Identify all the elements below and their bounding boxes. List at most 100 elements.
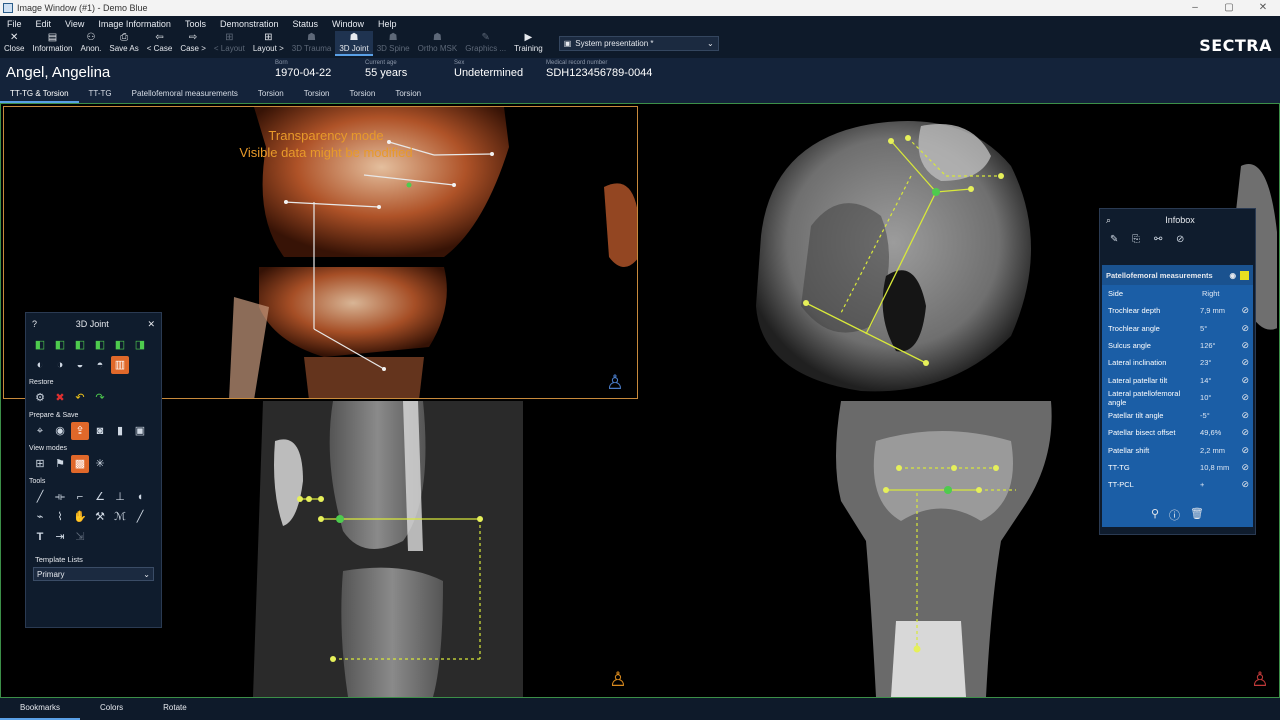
training-button[interactable]: ▶ Training xyxy=(510,31,547,56)
next-case-button[interactable]: ⇨ Case > xyxy=(176,31,210,56)
hide-measurement-icon[interactable]: ⊘ xyxy=(1237,445,1249,456)
minimize-button[interactable]: – xyxy=(1178,0,1212,16)
measurement-row[interactable]: Trochlear depth 7,9 mm ⊘ xyxy=(1102,302,1253,319)
hide-measurement-icon[interactable]: ⊘ xyxy=(1237,479,1249,490)
pen-tool-icon[interactable]: ╱ xyxy=(131,508,149,526)
measurement-row[interactable]: TT-PCL + ⊘ xyxy=(1102,476,1253,493)
prev-layout-button[interactable]: ⊞ < Layout xyxy=(210,31,249,56)
anonymize-button[interactable]: ⚇ Anon. xyxy=(76,31,105,56)
transparency-icon[interactable]: ▥ xyxy=(111,356,129,374)
ortho-tool-icon[interactable]: ⊥ xyxy=(111,488,129,506)
edit-icon[interactable]: ✎ xyxy=(1110,234,1132,245)
menu-edit[interactable]: Edit xyxy=(29,19,59,29)
prev-case-button[interactable]: ⇦ < Case xyxy=(143,31,177,56)
roi-tool-icon[interactable]: ◖ xyxy=(131,488,149,506)
bookmarks-tab[interactable]: Bookmarks xyxy=(0,698,81,720)
view-side-icon[interactable]: ◑ xyxy=(51,356,69,374)
bone-all-icon[interactable]: ◨ xyxy=(131,336,149,354)
save-button[interactable]: ⎙ Save As xyxy=(105,31,142,56)
measurement-row[interactable]: Lateral inclination 23° ⊘ xyxy=(1102,354,1253,371)
rotate-tab[interactable]: Rotate xyxy=(143,698,207,720)
measurement-row[interactable]: Patellar shift 2,2 mm ⊘ xyxy=(1102,441,1253,458)
tab-torsion-3[interactable]: Torsion xyxy=(340,86,386,103)
measurement-row[interactable]: Sulcus angle 126° ⊘ xyxy=(1102,337,1253,354)
view-bottom-icon[interactable]: ◓ xyxy=(91,356,109,374)
spine-3d-button[interactable]: ☗ 3D Spine xyxy=(373,31,414,56)
joint-3d-button[interactable]: ☗ 3D Joint xyxy=(335,31,373,56)
undo-icon[interactable]: ↶ xyxy=(71,389,89,407)
link-icon[interactable]: ⚯ xyxy=(1154,234,1176,245)
cobb-angle-icon[interactable]: ∠ xyxy=(91,488,109,506)
point-tool-icon[interactable]: ⌁ xyxy=(31,508,49,526)
hand-tool-icon[interactable]: ✋ xyxy=(71,508,89,526)
hide-measurement-icon[interactable]: ⊘ xyxy=(1237,323,1249,334)
remove-icon[interactable]: ✖ xyxy=(51,389,69,407)
tab-patellofemoral[interactable]: Patellofemoral measurements xyxy=(122,86,248,103)
hammer-tool-icon[interactable]: ⚒ xyxy=(91,508,109,526)
trash-icon[interactable]: ▮ xyxy=(111,422,129,440)
bone-femur-icon[interactable]: ◧ xyxy=(31,336,49,354)
line-tool-icon[interactable]: ╱ xyxy=(31,488,49,506)
menu-file[interactable]: File xyxy=(0,19,29,29)
tab-tt-tg[interactable]: TT-TG xyxy=(79,86,122,103)
snapshot-icon[interactable]: ▣ xyxy=(131,422,149,440)
menu-status[interactable]: Status xyxy=(285,19,325,29)
close-button[interactable]: ✕ Close xyxy=(0,31,28,56)
crop-icon[interactable]: ⌖ xyxy=(31,422,49,440)
measurement-group-header[interactable]: Patellofemoral measurements ◉ xyxy=(1102,265,1253,285)
presentation-select[interactable]: ▣ System presentation * ⌄ xyxy=(558,36,719,51)
orientation-figure-sagittal-icon[interactable]: ♙ xyxy=(609,667,627,692)
spine-tool-icon[interactable]: ⌇ xyxy=(51,508,69,526)
hide-measurement-icon[interactable]: ⊘ xyxy=(1237,375,1249,386)
measurement-row[interactable]: Patellar bisect offset 49,6% ⊘ xyxy=(1102,424,1253,441)
bone-fibula-icon[interactable]: ◧ xyxy=(91,336,109,354)
tab-torsion-4[interactable]: Torsion xyxy=(385,86,431,103)
info-icon[interactable]: ⓘ xyxy=(1169,507,1180,523)
distance-tool-icon[interactable]: ⟛ xyxy=(51,488,69,506)
person-icon[interactable]: ⚲ xyxy=(1151,507,1159,523)
flag-icon[interactable]: ⚑ xyxy=(51,455,69,473)
colors-tab[interactable]: Colors xyxy=(80,698,143,720)
menu-demonstration[interactable]: Demonstration xyxy=(213,19,286,29)
hide-measurement-icon[interactable]: ⊘ xyxy=(1237,462,1249,473)
hide-measurement-icon[interactable]: ⊘ xyxy=(1237,392,1249,403)
export-tool-icon[interactable]: ⇲ xyxy=(71,528,89,546)
angle-tool-icon[interactable]: ⌐ xyxy=(71,488,89,506)
next-layout-button[interactable]: ⊞ Layout > xyxy=(249,31,288,56)
bone-tibia-icon[interactable]: ◧ xyxy=(51,336,69,354)
menu-tools[interactable]: Tools xyxy=(178,19,213,29)
menu-window[interactable]: Window xyxy=(325,19,371,29)
orientation-figure-icon[interactable]: ♙ xyxy=(606,370,624,395)
ortho-msk-button[interactable]: ☗ Ortho MSK xyxy=(414,31,462,56)
measurement-row[interactable]: Lateral patellar tilt 14° ⊘ xyxy=(1102,371,1253,388)
hide-measurement-icon[interactable]: ⊘ xyxy=(1237,427,1249,438)
hide-measurement-icon[interactable]: ⊘ xyxy=(1237,410,1249,421)
view-front-icon[interactable]: ◐ xyxy=(31,356,49,374)
color-swatch[interactable] xyxy=(1240,270,1249,280)
close-window-button[interactable]: ✕ xyxy=(1246,0,1280,16)
export-icon[interactable]: ⇪ xyxy=(71,422,89,440)
graphics-button[interactable]: ✎ Graphics ... xyxy=(461,31,510,56)
camera-icon[interactable]: ◙ xyxy=(91,422,109,440)
unlink-icon[interactable]: ⊘ xyxy=(1176,234,1198,245)
text-tool-icon[interactable]: T xyxy=(31,528,49,546)
volume-icon[interactable]: ◉ xyxy=(51,422,69,440)
tab-torsion-1[interactable]: Torsion xyxy=(248,86,294,103)
measurement-row[interactable]: Patellar tilt angle -5° ⊘ xyxy=(1102,407,1253,424)
template-list-select[interactable]: Primary ⌄ xyxy=(33,567,154,581)
copy-icon[interactable]: ⎘ xyxy=(1132,234,1154,245)
star-view-icon[interactable]: ✳ xyxy=(91,455,109,473)
measurement-row[interactable]: Trochlear angle 5° ⊘ xyxy=(1102,320,1253,337)
measurement-row[interactable]: Lateral patellofemoral angle 10° ⊘ xyxy=(1102,389,1253,407)
hide-measurement-icon[interactable]: ⊘ xyxy=(1237,340,1249,351)
menu-help[interactable]: Help xyxy=(371,19,404,29)
restore-settings-icon[interactable]: ⚙ xyxy=(31,389,49,407)
bone-patella-icon[interactable]: ◧ xyxy=(71,336,89,354)
grid-view-icon[interactable]: ⊞ xyxy=(31,455,49,473)
delete-icon[interactable]: 🗑 xyxy=(1190,507,1204,523)
joint-tool-icon[interactable]: ℳ xyxy=(111,508,129,526)
menu-view[interactable]: View xyxy=(58,19,91,29)
tab-tt-tg-torsion[interactable]: TT-TG & Torsion xyxy=(0,86,79,103)
view-top-icon[interactable]: ◒ xyxy=(71,356,89,374)
orientation-figure-coronal-icon[interactable]: ♙ xyxy=(1251,667,1269,692)
